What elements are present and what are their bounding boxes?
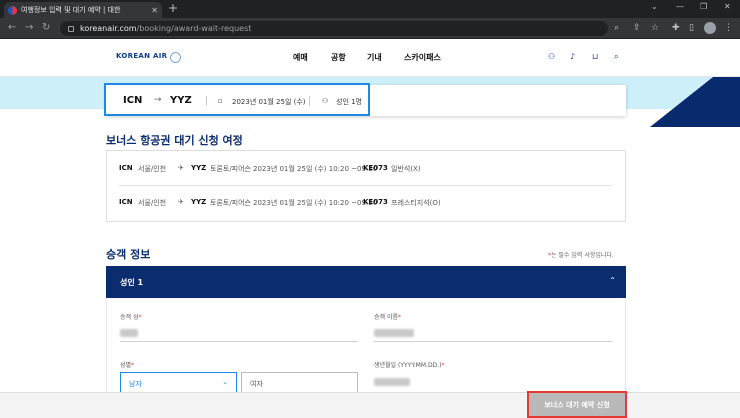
back-icon[interactable]: ←	[8, 22, 16, 33]
bottom-action-bar	[0, 392, 740, 418]
close-tab-icon[interactable]: ✕	[151, 6, 158, 15]
chevron-up-icon[interactable]: ⌃	[609, 276, 616, 285]
cart-icon[interactable]: ⊔	[592, 52, 598, 61]
first-name-label: 승객 이름*	[374, 314, 401, 321]
gender-label: 성별*	[120, 362, 135, 369]
share-icon[interactable]: ⇪	[633, 23, 641, 33]
window-close-icon[interactable]: ✕	[724, 2, 731, 11]
side-panel-icon[interactable]: ▯	[689, 23, 694, 33]
itinerary-box: ICN 서울/인천 ✈ YYZ 토론토/피어슨 2023년 01월 25일 (수…	[106, 150, 626, 222]
gender-male-select[interactable]: 남자 ⌄	[120, 372, 237, 393]
browser-menu-icon[interactable]: ⋮	[724, 23, 733, 33]
first-name-underline	[374, 341, 612, 342]
from-code: ICN	[119, 164, 133, 172]
cabin-class: 프레스티지석(O)	[391, 199, 441, 207]
submit-highlight	[527, 391, 627, 418]
to-city: 토론토/피어슨	[210, 199, 251, 207]
cabin-class: 일반석(X)	[391, 165, 421, 173]
flight-row: ICN 서울/인천 ✈ YYZ 토론토/피어슨 2023년 01월 25일 (수…	[119, 192, 613, 212]
flight-number: KE073	[363, 164, 388, 172]
nav-skypass[interactable]: 스카이패스	[404, 52, 441, 63]
passenger-title: 승객 정보	[106, 248, 151, 261]
profile-avatar[interactable]	[704, 22, 716, 34]
new-tab-button[interactable]: +	[168, 1, 178, 15]
url-path: /booking/award-wait-request	[136, 24, 252, 33]
birth-date-value[interactable]	[374, 378, 410, 386]
browser-tabstrip: 여행정보 입력 및 대기 예약 | 대한 ✕ + ⌄ — ❐ ✕	[0, 0, 740, 18]
required-note: *는 필수 입력 사항입니다.	[548, 250, 614, 259]
passenger-label: 성인 1	[120, 278, 144, 287]
lock-icon	[68, 25, 74, 32]
required-note-text: 는 필수 입력 사항입니다.	[551, 252, 614, 259]
last-name-underline	[120, 341, 358, 342]
browser-tab[interactable]: 여행정보 입력 및 대기 예약 | 대한 ✕	[4, 2, 162, 18]
korean-air-favicon-icon	[8, 5, 17, 15]
taeguk-emblem-icon	[170, 52, 181, 63]
flight-datetime: 2023년 01월 25일 (수) 10:20 ~09:20	[253, 199, 378, 207]
nav-inflight[interactable]: 기내	[367, 52, 382, 63]
address-bar[interactable]: koreanair.com /booking/award-wait-reques…	[60, 21, 608, 36]
minimize-icon[interactable]: —	[676, 2, 684, 11]
forward-icon[interactable]: →	[25, 22, 33, 33]
last-name-value[interactable]	[120, 329, 138, 337]
gender-selected: 남자	[129, 380, 142, 388]
last-name-label: 승객 성*	[120, 314, 142, 321]
browser-toolbar: ← → ↻ koreanair.com /booking/award-wait-…	[0, 18, 740, 39]
to-city: 토론토/피어슨	[210, 165, 251, 173]
to-code: YYZ	[191, 198, 207, 206]
plane-icon: ✈	[178, 198, 184, 206]
zoom-icon[interactable]: ⌕	[614, 23, 619, 33]
from-city: 서울/인천	[138, 199, 167, 207]
itinerary-title: 보너스 항공권 대기 신청 여정	[106, 134, 243, 147]
extensions-icon[interactable]: ✚	[672, 23, 680, 33]
gender-other: 여자	[250, 380, 263, 388]
nav-airport[interactable]: 공항	[331, 52, 346, 63]
from-city: 서울/인천	[138, 165, 167, 173]
search-icon[interactable]: ⌕	[614, 52, 618, 62]
tab-search-icon[interactable]: ⌄	[651, 2, 658, 11]
bell-icon[interactable]: ♪	[570, 52, 575, 61]
plane-icon: ✈	[178, 164, 184, 172]
divider	[119, 185, 613, 186]
site-header: KOREAN AIR 예매 공항 기내 스카이패스 ⚇ ♪ ⊔ ⌕	[0, 39, 740, 77]
reload-icon[interactable]: ↻	[42, 22, 50, 33]
birth-date-label: 생년월일 (YYYY.MM.DD.)*	[374, 362, 445, 369]
flight-row: ICN 서울/인천 ✈ YYZ 토론토/피어슨 2023년 01월 25일 (수…	[119, 158, 613, 178]
gender-female-option[interactable]: 여자	[241, 372, 358, 393]
korean-air-logo[interactable]: KOREAN AIR	[116, 52, 167, 60]
flight-number: KE073	[363, 198, 388, 206]
restore-icon[interactable]: ❐	[700, 2, 707, 11]
from-code: ICN	[119, 198, 133, 206]
url-host: koreanair.com	[80, 24, 137, 33]
bookmark-star-icon[interactable]: ☆	[651, 23, 659, 33]
flight-datetime: 2023년 01월 25일 (수) 10:20 ~09:20	[253, 165, 378, 173]
chevron-down-icon: ⌄	[222, 378, 228, 386]
user-icon[interactable]: ⚇	[548, 52, 555, 61]
nav-booking[interactable]: 예매	[293, 52, 308, 63]
passenger-accordion-header[interactable]: 성인 1 ⌃	[106, 266, 626, 298]
tab-title: 여행정보 입력 및 대기 예약 | 대한	[21, 6, 121, 14]
first-name-value[interactable]	[374, 329, 414, 337]
summary-highlight	[104, 83, 370, 116]
to-code: YYZ	[191, 164, 207, 172]
